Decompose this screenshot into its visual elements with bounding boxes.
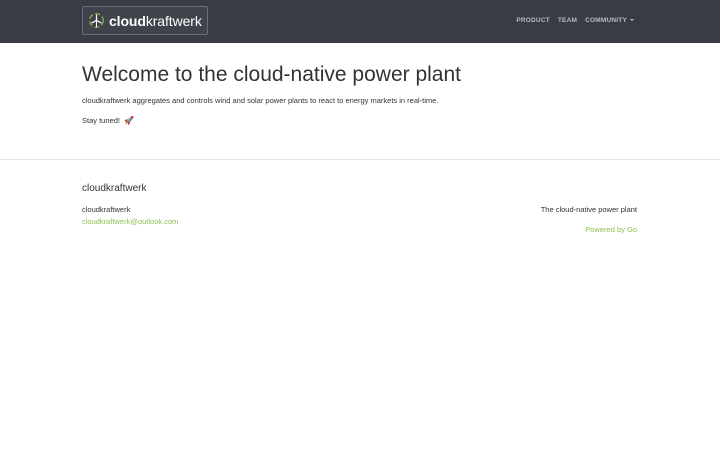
hero-description: cloudkraftwerk aggregates and controls w… — [82, 96, 439, 105]
nav-link-product[interactable]: PRODUCT — [516, 17, 550, 24]
footer-email-link[interactable]: cloudkraftwerk@outlook.com — [82, 217, 178, 226]
top-navbar: cloudkraftwerk PRODUCT TEAM COMMUNITY — [0, 0, 720, 43]
brand-logo-link[interactable]: cloudkraftwerk — [82, 6, 208, 35]
caret-down-icon — [630, 19, 634, 22]
footer-tagline: The cloud-native power plant — [540, 205, 637, 214]
nav-dropdown-community[interactable]: COMMUNITY — [585, 17, 634, 24]
rocket-icon: 🚀 — [124, 116, 135, 125]
stay-tuned-text: Stay tuned! 🚀 — [82, 116, 134, 125]
nav-link-team[interactable]: TEAM — [558, 17, 577, 24]
section-divider — [0, 159, 720, 160]
page-title: Welcome to the cloud-native power plant — [82, 63, 461, 86]
powered-by-link[interactable]: Powered by Go — [585, 225, 637, 234]
stay-tuned-label: Stay tuned! — [82, 116, 120, 125]
nav-link-community-label: COMMUNITY — [585, 17, 627, 24]
wind-turbine-logo-icon — [89, 13, 104, 28]
footer-title: cloudkraftwerk — [82, 183, 147, 194]
brand-name: cloudkraftwerk — [109, 12, 202, 29]
footer-company-name: cloudkraftwerk — [82, 205, 131, 214]
nav-menu: PRODUCT TEAM COMMUNITY — [516, 17, 634, 24]
